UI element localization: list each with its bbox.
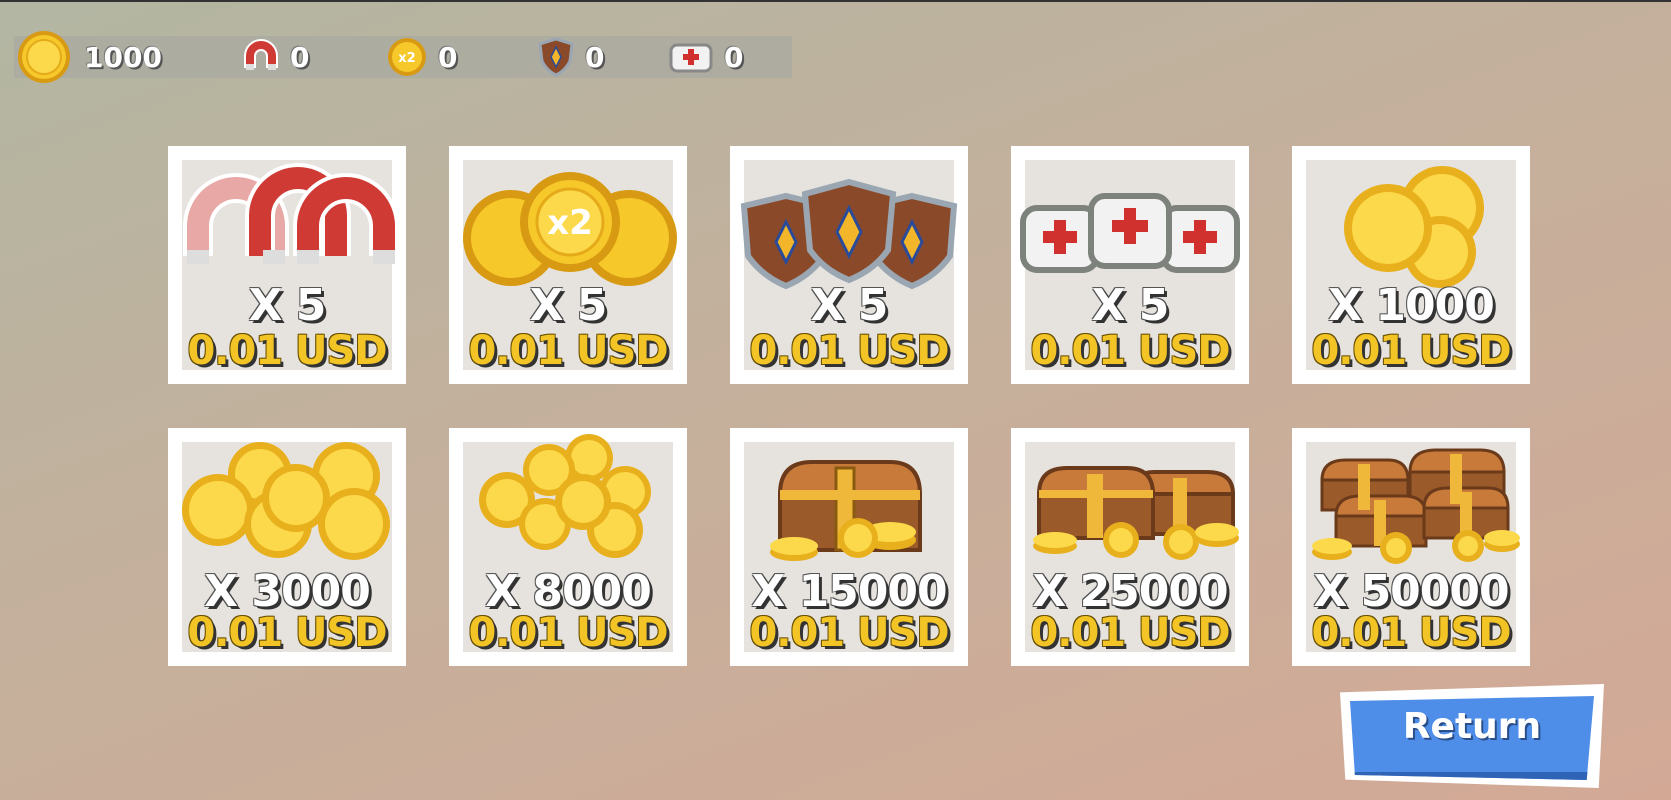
coin-icon [18,31,70,83]
item-quantity: X 1000 [1328,280,1495,331]
treasure-chest-icon [770,460,923,561]
shop-item-magnets[interactable]: X 5 0.01 USD [168,146,406,384]
item-quantity: X 5 [529,280,608,331]
shop-item-coins-1000[interactable]: X 1000 0.01 USD [1292,146,1530,384]
many-treasure-chests-icon [1312,448,1520,564]
magnets-icon [183,163,399,264]
coins-value: 1000 [84,40,162,74]
medkit-value: 0 [724,40,744,74]
item-price: 0.01 USD [749,328,949,374]
x2-label: x2 [547,203,593,243]
medkits-icon [1020,193,1240,273]
shop-item-coins-25000[interactable]: X 25000 0.01 USD [1011,428,1249,666]
return-button-label: Return [1402,706,1542,747]
shop-item-shields[interactable]: X 5 0.01 USD [730,146,968,384]
shop-item-coins-50000[interactable]: X 50000 0.01 USD [1292,428,1530,666]
magnet-value: 0 [290,40,310,74]
double-coins-value: 0 [438,40,458,74]
double-coins-counter: x2 0 [386,36,457,78]
shop-grid: X 5 0.01 USD x2 X 5 0.01 USD X 5 0.01 US [168,146,1530,666]
shop-item-coins-15000[interactable]: X 15000 0.01 USD [730,428,968,666]
item-quantity: X 5 [1091,280,1170,331]
x2-coins-icon: x2 [463,172,677,286]
item-quantity: X 5 [810,280,889,331]
return-button[interactable]: Return [1340,684,1604,788]
item-price: 0.01 USD [1030,328,1230,374]
shop-item-medkits[interactable]: X 5 0.01 USD [1011,146,1249,384]
shop-item-coins-3000[interactable]: X 3000 0.01 USD [168,428,406,666]
coins-small-pile-icon [1344,166,1484,288]
two-treasure-chests-icon [1033,466,1239,560]
item-price: 0.01 USD [187,610,387,656]
coins-big-pile-icon [479,434,651,558]
shields-icon [740,178,958,290]
item-price: 0.01 USD [468,328,668,374]
medkit-icon [669,43,713,73]
shield-counter: 0 [537,36,604,78]
resource-bar: 1000 0 x2 0 0 0 [14,31,792,83]
coins-counter: 1000 [14,29,162,85]
item-price: 0.01 USD [187,328,387,374]
coins-pile-icon [182,442,390,560]
shop-item-coins-8000[interactable]: X 8000 0.01 USD [449,428,687,666]
medkit-counter: 0 [668,36,743,78]
item-price: 0.01 USD [1030,610,1230,656]
item-price: 0.01 USD [1311,328,1511,374]
item-price: 0.01 USD [749,610,949,656]
svg-text:x2: x2 [398,51,415,66]
item-price: 0.01 USD [468,610,668,656]
magnet-icon [244,39,278,70]
item-price: 0.01 USD [1311,610,1511,656]
magnet-counter: 0 [242,36,309,78]
shop-item-x2-coins[interactable]: x2 X 5 0.01 USD [449,146,687,384]
x2-coin-icon: x2 [388,38,426,76]
shield-value: 0 [585,40,605,74]
shield-icon [538,37,574,77]
item-quantity: X 5 [248,280,327,331]
top-edge-line [0,0,1671,2]
